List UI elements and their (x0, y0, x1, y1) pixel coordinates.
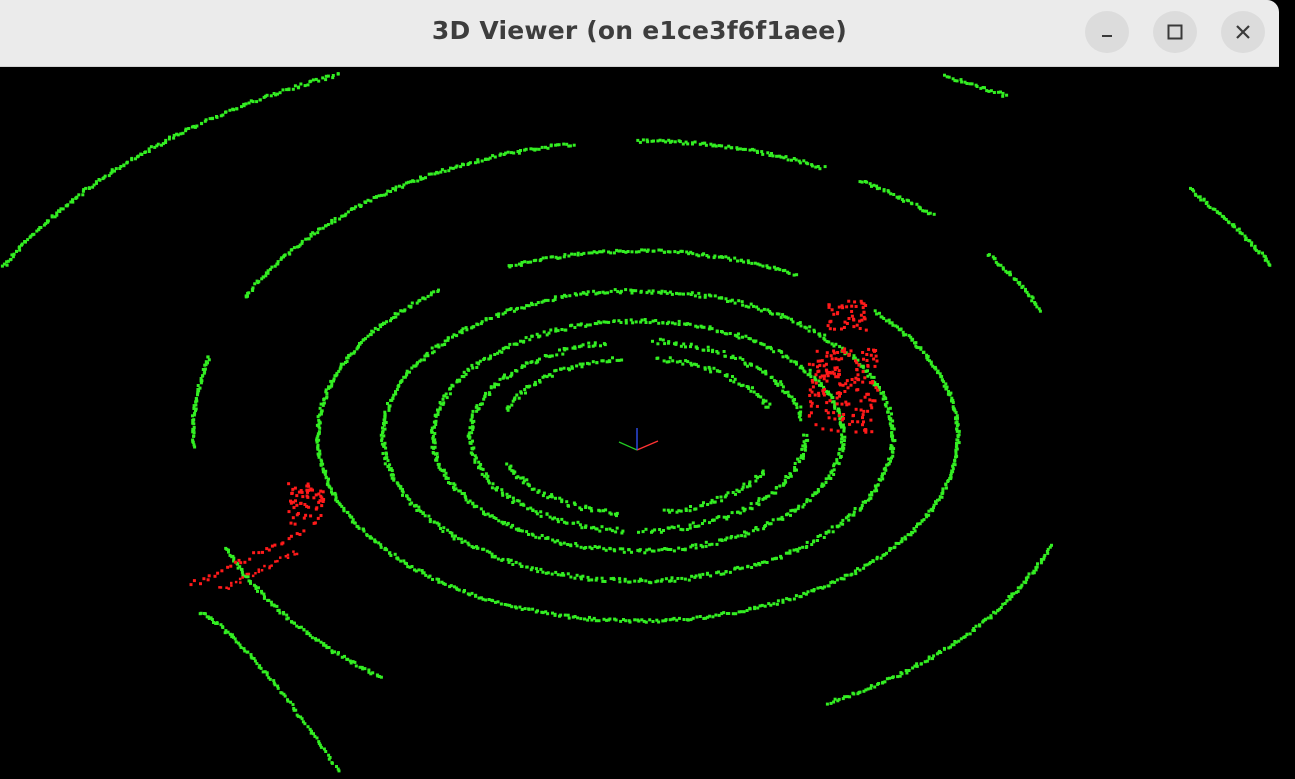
close-button[interactable] (1221, 11, 1265, 53)
minimize-icon (1099, 24, 1115, 40)
viewer-window: 3D Viewer (on e1ce3f6f1aee) (0, 0, 1295, 779)
origin-axes-icon (618, 428, 659, 451)
maximize-icon (1166, 23, 1184, 41)
title-bar[interactable]: 3D Viewer (on e1ce3f6f1aee) (0, 0, 1279, 67)
3d-viewport[interactable] (0, 68, 1295, 779)
minimize-button[interactable] (1085, 11, 1129, 53)
obstacle-point-cloud (189, 299, 880, 590)
maximize-button[interactable] (1153, 11, 1197, 53)
ground-point-cloud (0, 72, 1272, 773)
point-cloud-scene[interactable] (0, 68, 1295, 779)
close-icon (1234, 23, 1252, 41)
